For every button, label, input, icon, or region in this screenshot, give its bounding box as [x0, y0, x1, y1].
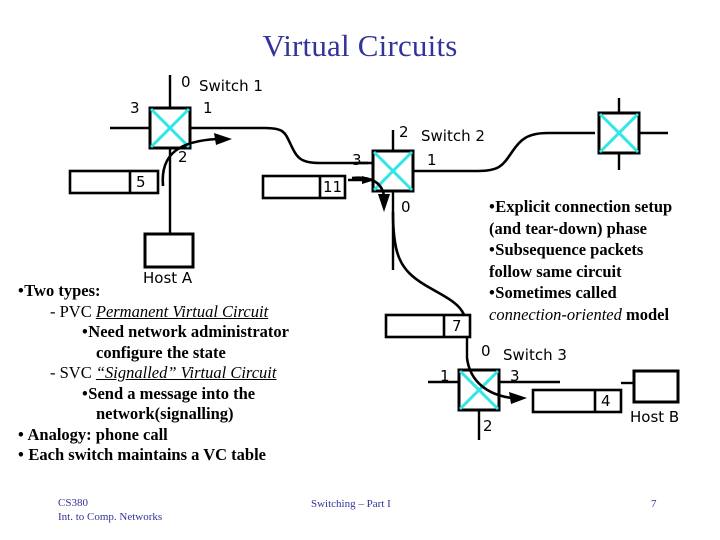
bullet-text: configure the state	[96, 342, 226, 362]
dash-glyph: -	[50, 363, 56, 382]
bullet-explicit-setup: •Explicit connection setup	[489, 196, 714, 218]
bullet-text: Send a message into the	[88, 383, 256, 403]
bullet-svc: - SVC “Signalled” Virtual Circuit	[50, 363, 348, 384]
bullet-two-types: •Two types:	[18, 281, 348, 302]
switch-3-port-top: 0	[481, 342, 491, 360]
bullet-text: Each switch maintains a VC table	[24, 445, 266, 464]
switch-2-port-top: 2	[399, 123, 409, 141]
bullet-text: follow same circuit	[489, 261, 622, 281]
switch-1-label: Switch 1	[199, 77, 263, 95]
bullet-text: network(signalling)	[96, 404, 234, 423]
bullet-text: SVC	[59, 363, 96, 382]
bullet-text: Need network administrator	[88, 322, 290, 341]
bullet-teardown-phase: (and tear-down) phase	[489, 218, 714, 240]
bullet-network-signalling: network(signalling)	[96, 404, 348, 425]
bullet-text: (and tear-down) phase	[489, 218, 647, 238]
bullet-need-admin: •Need network administrator	[82, 322, 348, 343]
host-b-label: Host B	[630, 408, 680, 426]
switch-2-port-right: 1	[427, 151, 437, 169]
bullet-text: Explicit connection setup	[495, 197, 673, 216]
bullet-text: PVC	[59, 301, 96, 321]
packet-label-5: 5	[136, 173, 146, 191]
packet-label-7: 7	[452, 317, 462, 335]
switch-3-port-left: 1	[440, 367, 450, 385]
switch-3-port-right: 3	[510, 367, 520, 385]
bullet-emph-text: “Signalled” Virtual Circuit	[95, 363, 277, 382]
packet-label-4: 4	[601, 392, 611, 410]
bullet-send-message: •Send a message into the	[82, 384, 348, 405]
footer-left: CS380 Int. to Comp. Networks	[58, 496, 162, 524]
dash-glyph: -	[50, 301, 56, 321]
bullet-subsequence-packets: •Subsequence packets	[489, 239, 714, 261]
left-bullet-list: •Two types: - PVC Permanent Virtual Circ…	[18, 281, 348, 466]
switch-2-label: Switch 2	[421, 127, 485, 145]
bullet-emph-text: Permanent Virtual Circuit	[95, 301, 269, 321]
switch-3-icon	[457, 368, 501, 412]
bullet-text: Two types:	[24, 281, 101, 300]
bullet-text: Sometimes called	[495, 283, 617, 302]
host-b-icon	[632, 369, 680, 404]
switch-1-port-right: 1	[203, 99, 213, 117]
bullet-text: Analogy: phone call	[24, 424, 168, 444]
switch-2-port-bottom: 0	[401, 198, 411, 216]
switch-1-icon	[148, 106, 192, 150]
bullet-follow-same-circuit: follow same circuit	[489, 261, 714, 283]
switch-2-port-left: 3	[352, 151, 362, 169]
footer-topic: Switching – Part I	[311, 498, 391, 510]
footer-course-code: CS380	[58, 497, 88, 509]
bullet-vc-table: • Each switch maintains a VC table	[18, 445, 348, 466]
footer-course-name: Int. to Comp. Networks	[58, 511, 163, 523]
bullet-connection-oriented-model: connection-oriented model	[489, 304, 714, 326]
switch-1-port-left: 3	[130, 99, 140, 117]
switch-1-port-top: 0	[181, 73, 191, 91]
packet-label-11: 11	[323, 178, 343, 196]
bullet-pvc: - PVC Permanent Virtual Circuit	[50, 302, 348, 323]
bullet-text: Subsequence packets	[495, 240, 644, 259]
bullet-analogy: • Analogy: phone call	[18, 425, 348, 446]
link-switch2-switch-tr	[477, 131, 595, 173]
bullet-emph-text: connection-oriented	[489, 304, 622, 324]
switch-3-port-bottom: 2	[483, 417, 493, 435]
right-bullet-list: •Explicit connection setup (and tear-dow…	[489, 196, 714, 325]
footer-page-number: 7	[651, 498, 657, 510]
switch-top-right-icon	[597, 111, 641, 155]
slide-canvas: Virtual Circuits 0 Switch 1 3 1 2 2 Swit…	[0, 0, 720, 540]
bullet-text: model	[621, 304, 670, 324]
host-a-icon	[143, 232, 195, 269]
bullet-sometimes-called: •Sometimes called	[489, 282, 714, 304]
bullet-configure-state: configure the state	[96, 343, 348, 364]
switch-3-label: Switch 3	[503, 346, 567, 364]
switch-1-port-bottom: 2	[178, 148, 188, 166]
